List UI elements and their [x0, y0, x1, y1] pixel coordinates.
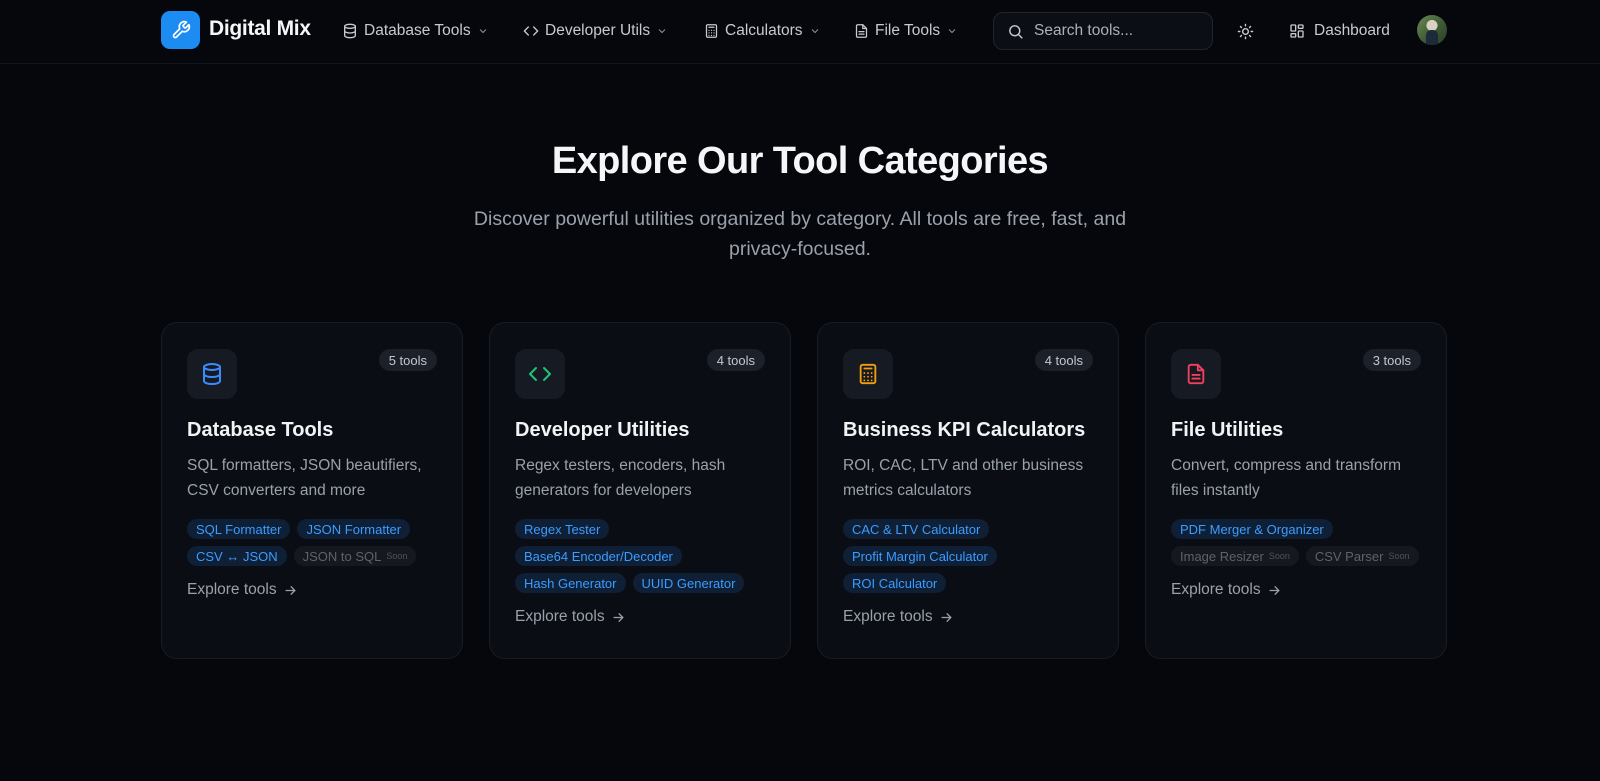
- explore-label: Explore tools: [1171, 581, 1261, 598]
- chevron-down-icon: [948, 29, 956, 34]
- card-title: File Utilities: [1171, 419, 1284, 441]
- card-icon-box: [1171, 349, 1221, 399]
- tool-tag[interactable]: Regex Tester: [515, 519, 610, 539]
- tool-tag[interactable]: Profit Margin Calculator: [843, 546, 997, 566]
- sun-icon: [1237, 23, 1253, 39]
- tag-label: CSV Parser: [1314, 548, 1384, 564]
- category-card-business-kpi[interactable]: 4 tools Business KPI Calculators ROI, CA…: [817, 322, 1119, 659]
- theme-toggle-button[interactable]: [1233, 19, 1257, 43]
- file-icon: [855, 24, 868, 38]
- subtitle-line-2: privacy-focused.: [729, 238, 871, 260]
- tool-tag[interactable]: SQL Formatter: [187, 519, 291, 539]
- nav-label: Database Tools: [364, 22, 471, 39]
- tag-label: Image Resizer: [1180, 548, 1264, 564]
- card-description: SQL formatters, JSON beautifiers, CSV co…: [187, 457, 422, 499]
- subtitle-line-1: Discover powerful utilities organized by…: [473, 208, 1127, 230]
- nav-calculators[interactable]: Calculators: [704, 19, 821, 43]
- nav-label: Developer Utils: [545, 22, 651, 39]
- card-description: ROI, CAC, LTV and other business metrics…: [843, 457, 1084, 499]
- tool-tag[interactable]: Base64 Encoder/Decoder: [515, 546, 682, 566]
- database-icon: [344, 23, 356, 39]
- search-input[interactable]: [1034, 22, 1194, 40]
- explore-tools-link[interactable]: Explore tools: [843, 607, 954, 627]
- code-icon: [529, 367, 551, 381]
- tool-tag[interactable]: CAC & LTV Calculator: [843, 519, 990, 539]
- card-description: Convert, compress and transform files in…: [1171, 457, 1402, 499]
- wrench-icon: [172, 20, 190, 39]
- nav-label: File Tools: [875, 22, 941, 39]
- nav-developer-utils[interactable]: Developer Utils: [523, 19, 668, 43]
- soon-label: Soon: [1388, 551, 1410, 561]
- arrow-right-icon: [941, 612, 952, 622]
- top-nav: Digital Mix Database Tools Developer Uti…: [0, 0, 1600, 64]
- tool-count-badge: 4 tools: [1034, 349, 1093, 371]
- brand-logo[interactable]: [161, 11, 200, 49]
- tool-tag[interactable]: PDF Merger & Organizer: [1171, 519, 1333, 539]
- tool-tags: PDF Merger & Organizer Image Resizer Soon…: [1171, 519, 1431, 566]
- card-title: Developer Utilities: [515, 419, 690, 441]
- dashboard-icon: [1290, 24, 1304, 38]
- tool-tag[interactable]: Hash Generator: [515, 573, 626, 593]
- chevron-down-icon: [479, 29, 486, 34]
- chevron-down-icon: [658, 29, 666, 34]
- tool-tag-coming-soon: JSON to SQL Soon: [293, 546, 417, 566]
- tool-tags: Regex Tester Base64 Encoder/Decoder Hash…: [515, 519, 775, 593]
- database-icon: [203, 363, 221, 386]
- file-icon: [1187, 363, 1205, 385]
- dashboard-label: Dashboard: [1314, 22, 1390, 39]
- explore-label: Explore tools: [843, 608, 933, 625]
- soon-label: Soon: [386, 551, 408, 561]
- explore-tools-link[interactable]: Explore tools: [187, 580, 298, 600]
- search-box[interactable]: [993, 12, 1213, 50]
- explore-label: Explore tools: [187, 581, 277, 598]
- explore-label: Explore tools: [515, 608, 605, 625]
- tool-tag[interactable]: CSV ↔ JSON: [187, 546, 287, 566]
- explore-tools-link[interactable]: Explore tools: [1171, 580, 1282, 600]
- tool-count-badge: 4 tools: [706, 349, 765, 371]
- tool-tag[interactable]: JSON Formatter: [297, 519, 411, 539]
- page-title: Explore Our Tool Categories: [551, 140, 1049, 182]
- calculator-icon: [705, 24, 718, 38]
- card-title: Database Tools: [187, 419, 334, 441]
- tool-count-badge: 5 tools: [378, 349, 437, 371]
- card-icon-box: [515, 349, 565, 399]
- search-icon: [1009, 24, 1023, 39]
- code-icon: [523, 26, 539, 36]
- nav-label: Calculators: [725, 22, 803, 39]
- tool-count-badge: 3 tools: [1362, 349, 1421, 371]
- chevron-down-icon: [811, 29, 818, 34]
- card-icon-box: [843, 349, 893, 399]
- card-icon-box: [187, 349, 237, 399]
- category-card-file-utilities[interactable]: 3 tools File Utilities Convert, compress…: [1145, 322, 1447, 659]
- page-subtitle: Discover powerful utilities organized by…: [450, 204, 1150, 264]
- category-card-developer[interactable]: 4 tools Developer Utilities Regex tester…: [489, 322, 791, 659]
- dashboard-link[interactable]: Dashboard: [1289, 19, 1390, 43]
- tool-tag-coming-soon: Image Resizer Soon: [1171, 546, 1299, 566]
- card-description: Regex testers, encoders, hash generators…: [515, 457, 726, 499]
- card-title: Business KPI Calculators: [843, 419, 1086, 441]
- tool-tag-coming-soon: CSV Parser Soon: [1305, 546, 1419, 566]
- brand-name[interactable]: Digital Mix: [209, 17, 311, 41]
- tool-tags: CAC & LTV Calculator Profit Margin Calcu…: [843, 519, 1103, 593]
- arrow-right-icon: [1269, 585, 1280, 595]
- soon-label: Soon: [1268, 551, 1290, 561]
- calculator-icon: [859, 363, 877, 385]
- category-card-database[interactable]: 5 tools Database Tools SQL formatters, J…: [161, 322, 463, 659]
- avatar[interactable]: [1417, 15, 1447, 45]
- explore-tools-link[interactable]: Explore tools: [515, 607, 626, 627]
- nav-database-tools[interactable]: Database Tools: [342, 19, 489, 43]
- tool-tag[interactable]: ROI Calculator: [843, 573, 947, 593]
- tool-tag[interactable]: UUID Generator: [632, 573, 745, 593]
- tool-tags: SQL Formatter JSON Formatter CSV ↔ JSON …: [187, 519, 447, 566]
- arrow-right-icon: [613, 612, 624, 622]
- arrow-right-icon: [285, 585, 296, 595]
- nav-file-tools[interactable]: File Tools: [854, 19, 958, 43]
- tag-label: JSON to SQL: [302, 548, 382, 564]
